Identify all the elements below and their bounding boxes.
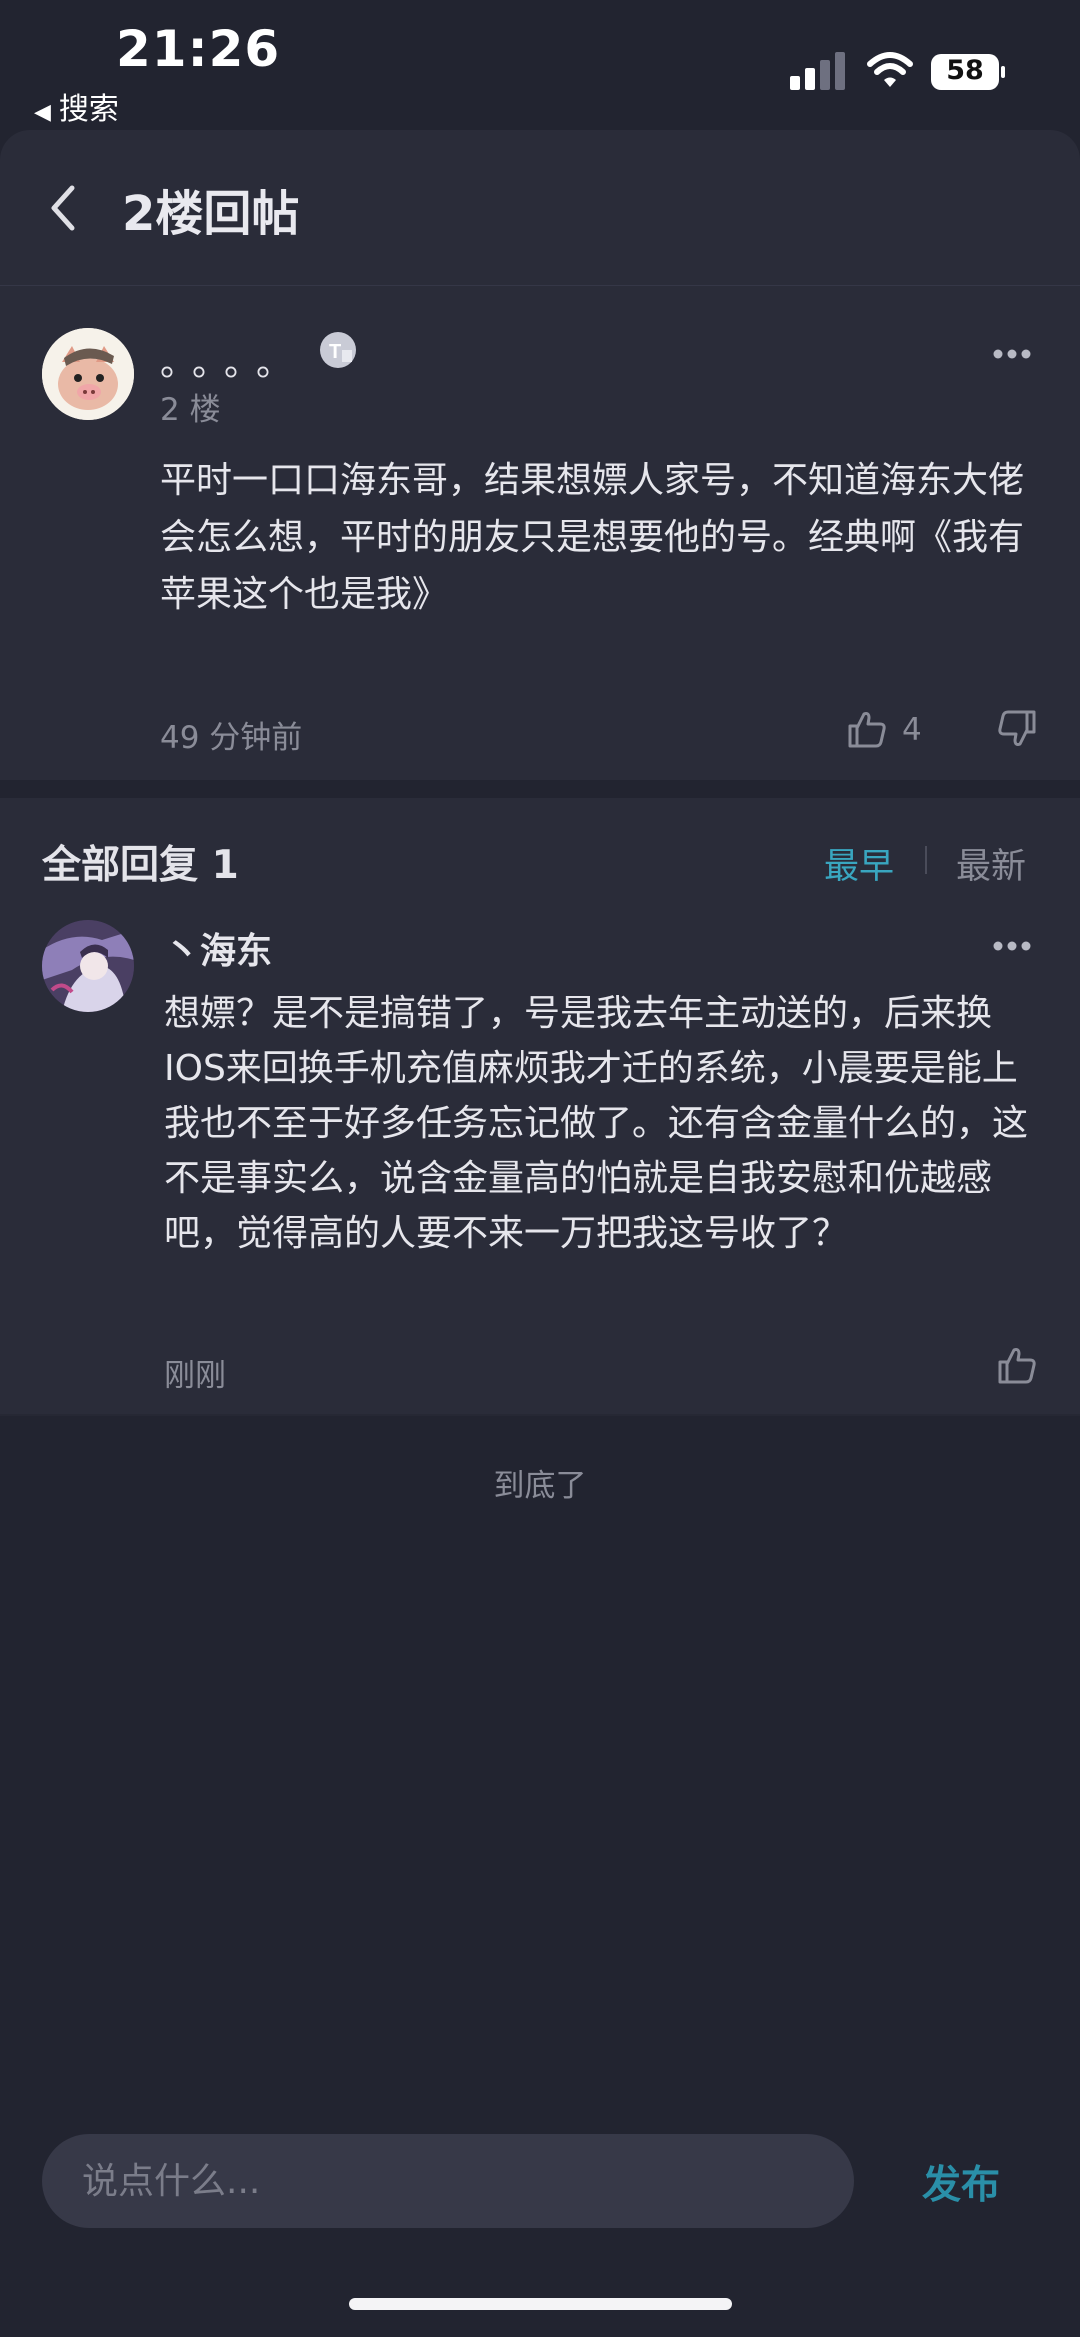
- post-author-name[interactable]: 。。。。: [160, 334, 306, 386]
- sort-divider: [925, 846, 927, 874]
- section-divider: [0, 780, 1080, 798]
- battery-level: 58: [946, 55, 984, 86]
- post-author-avatar[interactable]: [42, 328, 134, 420]
- comment-input[interactable]: [42, 2134, 854, 2228]
- back-to-app-button[interactable]: ◀ 搜索: [34, 84, 119, 128]
- home-indicator[interactable]: [349, 2298, 732, 2310]
- reply-author-avatar[interactable]: [42, 920, 134, 1012]
- back-app-label: 搜索: [58, 92, 119, 127]
- thumbs-up-icon[interactable]: [846, 708, 888, 750]
- reply-timestamp: 刚刚: [164, 1358, 226, 1394]
- pig-avatar-icon: [42, 328, 134, 420]
- back-arrow-icon[interactable]: [44, 180, 84, 236]
- post-content: 平时一口口海东哥，结果想嫖人家号，不知道海东大佬会怎么想，平时的朋友只是想要他的…: [160, 460, 1025, 615]
- wifi-icon: [867, 52, 913, 87]
- like-count: 4: [902, 712, 922, 748]
- user-level-badge-icon: T: [320, 332, 356, 368]
- post-timestamp: 49 分钟前: [160, 720, 303, 756]
- sort-earliest-tab[interactable]: 最早: [824, 838, 894, 889]
- back-triangle-icon: ◀: [34, 100, 51, 125]
- replies-bottom-edge: [0, 1414, 1080, 1416]
- svg-text:T: T: [329, 341, 341, 363]
- publish-button[interactable]: 发布: [922, 2154, 1000, 2210]
- battery-indicator: 58: [930, 52, 1006, 92]
- cellular-signal-icon: [790, 52, 845, 90]
- replies-heading: 全部回复 1: [42, 843, 239, 888]
- reply-content: 想嫖？是不是搞错了，号是我去年主动送的，后来换IOS来回换手机充值麻烦我才迁的系…: [164, 993, 1029, 1254]
- reply-author-name[interactable]: 丶海东: [164, 922, 272, 974]
- anime-avatar-icon: [42, 920, 134, 1012]
- sort-newest-tab[interactable]: 最新: [956, 838, 1026, 889]
- end-of-list-label: 到底了: [493, 1468, 587, 1504]
- status-time: 21:26: [116, 20, 281, 78]
- page-title: 2楼回帖: [122, 186, 300, 242]
- thumbs-up-icon[interactable]: [996, 1344, 1038, 1386]
- more-options-icon[interactable]: [992, 940, 1032, 952]
- floor-label: 2 楼: [160, 392, 221, 428]
- more-options-icon[interactable]: [992, 348, 1032, 360]
- thumbs-down-icon[interactable]: [996, 708, 1038, 750]
